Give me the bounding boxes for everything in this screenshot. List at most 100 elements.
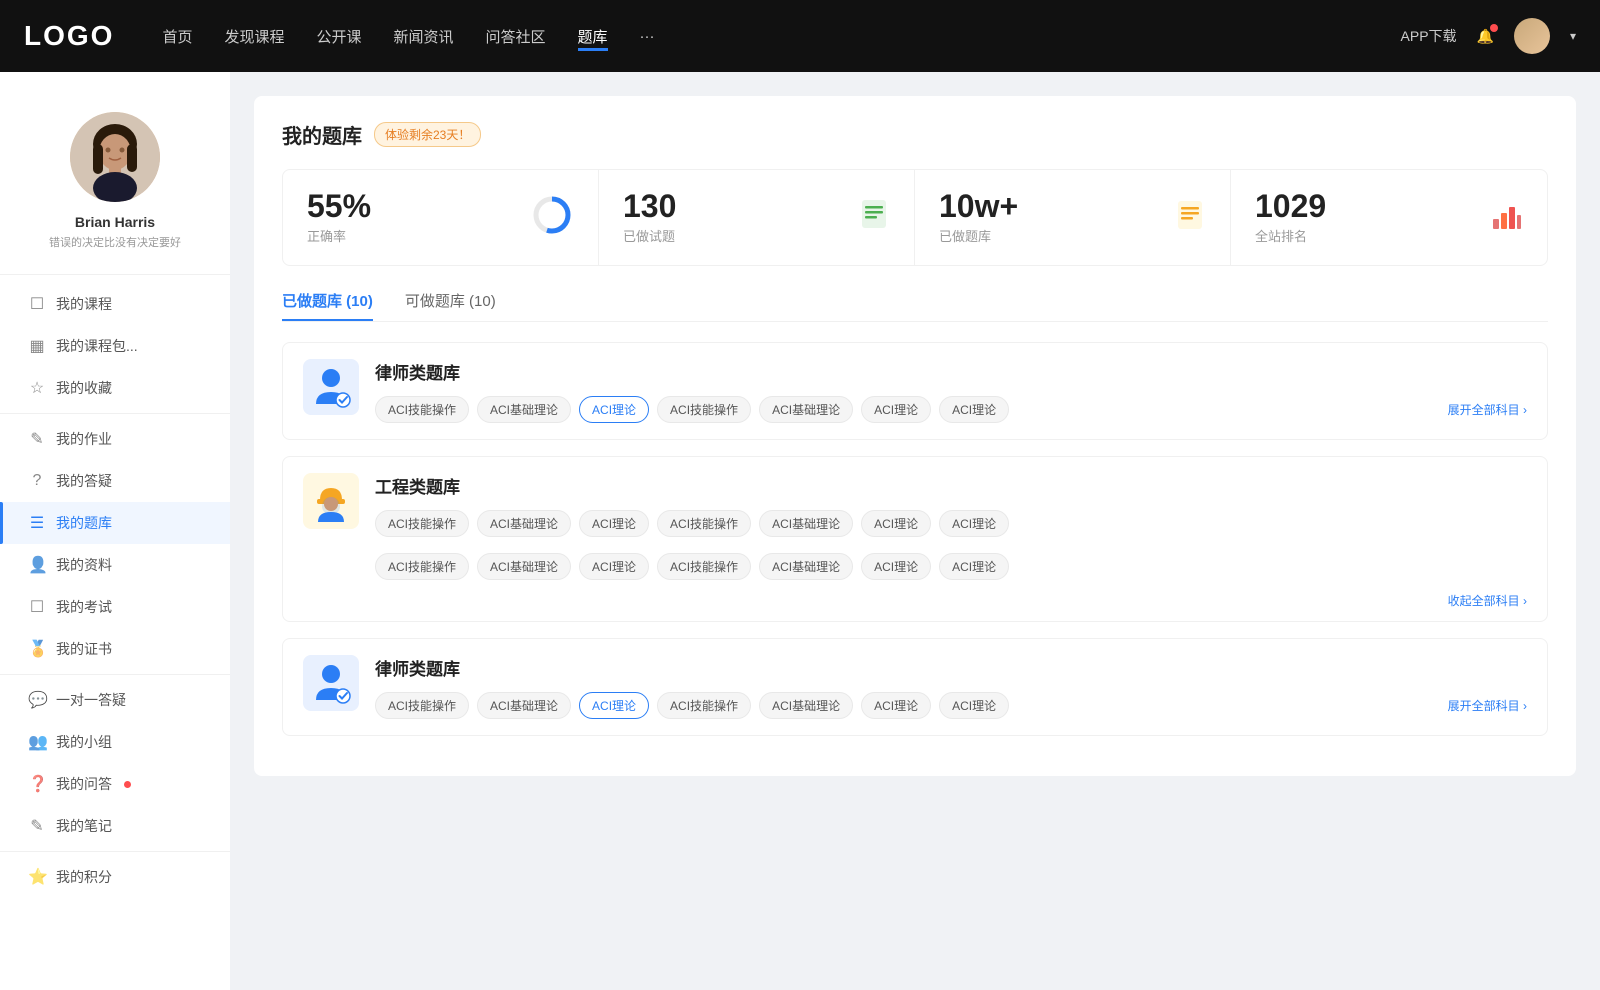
tag-1-5[interactable]: ACI理论 [861,510,931,537]
stats-row: 55% 正确率 130 已做试题 [282,169,1548,266]
user-avatar-nav[interactable] [1514,18,1550,54]
sidebar-item-qa[interactable]: ? 我的答疑 [0,460,230,502]
sidebar-item-exam[interactable]: ☐ 我的考试 [0,586,230,628]
tag-2-2[interactable]: ACI理论 [579,692,649,719]
main-content: 我的题库 体验剩余23天！ 55% 正确率 [230,72,1600,990]
sidebar-item-questionbank[interactable]: ☰ 我的题库 [0,502,230,544]
tag-1-r2-3[interactable]: ACI技能操作 [657,553,751,580]
nav-open-course[interactable]: 公开课 [316,22,361,51]
sidebar-item-favorites[interactable]: ☆ 我的收藏 [0,367,230,409]
menu-divider-2 [0,674,230,675]
expand-link-0[interactable]: 展开全部科目 › [1440,401,1527,418]
stat-label-banks: 已做题库 [939,226,1162,245]
page-header: 我的题库 体验剩余23天！ [282,120,1548,149]
qbank-name-0: 律师类题库 [375,359,1527,384]
nav-more[interactable]: ··· [640,24,655,49]
stat-number-banks: 10w+ [939,190,1162,222]
profile-name: Brian Harris [75,214,155,230]
page-title: 我的题库 [282,120,362,149]
tag-1-r2-0[interactable]: ACI技能操作 [375,553,469,580]
tag-2-0[interactable]: ACI技能操作 [375,692,469,719]
sidebar-item-notes[interactable]: ✎ 我的笔记 [0,805,230,847]
profile-section: Brian Harris 错误的决定比没有决定要好 [0,96,230,275]
qbank-header-2: 律师类题库 ACI技能操作 ACI基础理论 ACI理论 ACI技能操作 ACI基… [283,639,1547,735]
tag-1-6[interactable]: ACI理论 [939,510,1009,537]
tag-0-5[interactable]: ACI理论 [861,396,931,423]
tag-1-r2-5[interactable]: ACI理论 [861,553,931,580]
sidebar-item-my-qa[interactable]: ❓ 我的问答 [0,763,230,805]
tag-1-1[interactable]: ACI基础理论 [477,510,571,537]
tags-row-0: ACI技能操作 ACI基础理论 ACI理论 ACI技能操作 ACI基础理论 AC… [375,396,1527,423]
qbank-icon-engineer [303,473,359,529]
nav-home[interactable]: 首页 [162,22,192,51]
tag-2-3[interactable]: ACI技能操作 [657,692,751,719]
tag-1-r2-4[interactable]: ACI基础理论 [759,553,853,580]
sidebar-item-course-package[interactable]: ▦ 我的课程包... [0,325,230,367]
qbank-header-0: 律师类题库 ACI技能操作 ACI基础理论 ACI理论 ACI技能操作 ACI基… [283,343,1547,439]
sidebar-item-certificate[interactable]: 🏅 我的证书 [0,628,230,670]
content-card: 我的题库 体验剩余23天！ 55% 正确率 [254,96,1576,776]
stat-label-rank: 全站排名 [1255,226,1479,245]
sidebar-item-points[interactable]: ⭐ 我的积分 [0,856,230,898]
tag-0-6[interactable]: ACI理论 [939,396,1009,423]
tab-todo[interactable]: 可做题库 (10) [405,290,496,321]
course-icon: ☐ [28,294,46,314]
qbank-item-2: 律师类题库 ACI技能操作 ACI基础理论 ACI理论 ACI技能操作 ACI基… [282,638,1548,736]
tag-0-3[interactable]: ACI技能操作 [657,396,751,423]
stat-label-correct: 正确率 [307,226,518,245]
sidebar-menu: ☐ 我的课程 ▦ 我的课程包... ☆ 我的收藏 ✎ 我的作业 ? 我的答疑 ☰ [0,283,230,898]
tab-done[interactable]: 已做题库 (10) [282,290,373,321]
nav-news[interactable]: 新闻资讯 [394,22,454,51]
nav-qa[interactable]: 问答社区 [486,22,546,51]
points-icon: ⭐ [28,867,46,887]
qbank-icon-lawyer-0 [303,359,359,415]
tag-2-5[interactable]: ACI理论 [861,692,931,719]
tag-0-2[interactable]: ACI理论 [579,396,649,423]
qbank-name-1: 工程类题库 [375,473,1527,498]
user-menu-chevron[interactable]: ▾ [1570,29,1576,43]
navbar-right: APP下载 🔔 ▾ [1401,18,1576,54]
nav-discover[interactable]: 发现课程 [224,22,284,51]
tag-2-6[interactable]: ACI理论 [939,692,1009,719]
tag-0-4[interactable]: ACI基础理论 [759,396,853,423]
tag-0-0[interactable]: ACI技能操作 [375,396,469,423]
tag-0-1[interactable]: ACI基础理论 [477,396,571,423]
tag-2-1[interactable]: ACI基础理论 [477,692,571,719]
sidebar-item-group[interactable]: 👥 我的小组 [0,721,230,763]
tag-1-2[interactable]: ACI理论 [579,510,649,537]
collapse-link-1[interactable]: 收起全部科目 › [283,592,1547,621]
stat-correct-rate: 55% 正确率 [283,170,599,265]
notes-icon: ✎ [28,816,46,836]
qbank-info-2: 律师类题库 ACI技能操作 ACI基础理论 ACI理论 ACI技能操作 ACI基… [375,655,1527,719]
app-download-link[interactable]: APP下载 [1401,26,1457,46]
sidebar-item-my-course[interactable]: ☐ 我的课程 [0,283,230,325]
qbank-item-0: 律师类题库 ACI技能操作 ACI基础理论 ACI理论 ACI技能操作 ACI基… [282,342,1548,440]
group-icon: 👥 [28,732,46,752]
nav-questionbank[interactable]: 题库 [578,22,608,51]
trial-badge: 体验剩余23天！ [374,122,481,147]
sidebar-item-one-on-one[interactable]: 💬 一对一答疑 [0,679,230,721]
sidebar-item-profile[interactable]: 👤 我的资料 [0,544,230,586]
stat-text-correct: 55% 正确率 [307,190,518,245]
tags-row-2-el: ACI技能操作 ACI基础理论 ACI理论 ACI技能操作 ACI基础理论 AC… [375,692,1527,719]
tag-1-4[interactable]: ACI基础理论 [759,510,853,537]
qbank-info-1: 工程类题库 ACI技能操作 ACI基础理论 ACI理论 ACI技能操作 ACI基… [375,473,1527,537]
notification-bell[interactable]: 🔔 [1477,28,1494,45]
expand-link-2[interactable]: 展开全部科目 › [1440,697,1527,714]
tag-2-4[interactable]: ACI基础理论 [759,692,853,719]
avatar [70,112,160,202]
tag-1-3[interactable]: ACI技能操作 [657,510,751,537]
tag-1-r2-2[interactable]: ACI理论 [579,553,649,580]
done-questions-icon [858,198,890,237]
profile-motto: 错误的决定比没有决定要好 [49,234,181,250]
homework-icon: ✎ [28,429,46,449]
stat-text-banks: 10w+ 已做题库 [939,190,1162,245]
menu-divider-1 [0,413,230,414]
tags-row-1-extra: ACI技能操作 ACI基础理论 ACI理论 ACI技能操作 ACI基础理论 AC… [283,553,1547,580]
tag-1-r2-1[interactable]: ACI基础理论 [477,553,571,580]
tags-row-1: ACI技能操作 ACI基础理论 ACI理论 ACI技能操作 ACI基础理论 AC… [375,510,1527,537]
tag-1-r2-6[interactable]: ACI理论 [939,553,1009,580]
qbank-item-1: 工程类题库 ACI技能操作 ACI基础理论 ACI理论 ACI技能操作 ACI基… [282,456,1548,622]
sidebar-item-homework[interactable]: ✎ 我的作业 [0,418,230,460]
tag-1-0[interactable]: ACI技能操作 [375,510,469,537]
